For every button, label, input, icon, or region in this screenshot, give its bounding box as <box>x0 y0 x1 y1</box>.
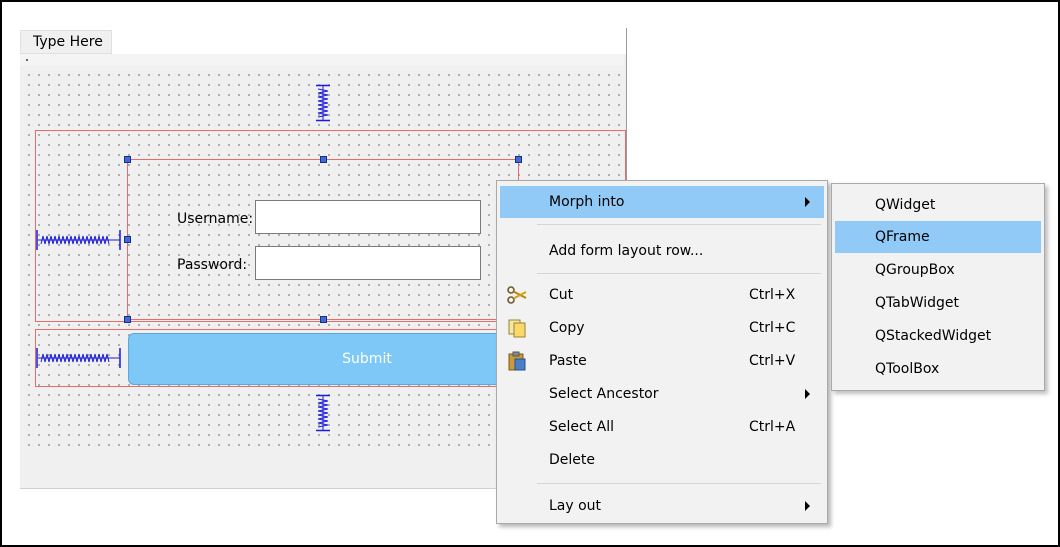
horizontal-spacer-bottom[interactable] <box>36 346 122 370</box>
menu-item-add-form-layout-row[interactable]: Add form layout row... <box>500 235 824 267</box>
submenu-item-qwidget[interactable]: QWidget <box>835 189 1041 221</box>
resize-handle-tr[interactable] <box>515 156 522 163</box>
menu-item-label: Select Ancestor <box>549 386 659 402</box>
submenu-item-qframe[interactable]: QFrame <box>835 221 1041 253</box>
menu-item-label: Copy <box>549 320 585 336</box>
menu-separator <box>537 273 821 274</box>
menubar-type-here[interactable]: Type Here <box>20 30 112 54</box>
menu-item-shortcut: Ctrl+V <box>749 353 796 369</box>
submenu-item-qgroupbox[interactable]: QGroupBox <box>835 254 1041 286</box>
menu-item-paste[interactable]: Paste Ctrl+V <box>500 345 824 377</box>
vertical-spacer-bottom[interactable] <box>313 394 333 432</box>
morph-into-submenu: QWidget QFrame QGroupBox QTabWidget QSta… <box>831 183 1045 391</box>
menu-item-select-all[interactable]: Select All Ctrl+A <box>500 411 824 443</box>
submenu-item-qtabwidget[interactable]: QTabWidget <box>835 287 1041 319</box>
resize-handle-tl[interactable] <box>124 156 131 163</box>
menu-item-shortcut: Ctrl+A <box>749 419 796 435</box>
copy-icon <box>506 317 528 339</box>
menu-item-label: Cut <box>549 287 574 303</box>
password-field[interactable] <box>255 246 481 280</box>
menu-item-morph-into[interactable]: Morph into <box>500 186 824 218</box>
submenu-arrow-icon <box>805 501 810 511</box>
submenu-item-label: QStackedWidget <box>875 328 992 344</box>
resize-handle-bc[interactable] <box>320 316 327 323</box>
scissors-icon <box>506 284 528 306</box>
menu-item-label: Delete <box>549 452 595 468</box>
submenu-item-qtoolbox[interactable]: QToolBox <box>835 353 1041 385</box>
menu-separator <box>537 224 821 225</box>
menu-item-label: Paste <box>549 353 587 369</box>
menu-item-shortcut: Ctrl+X <box>749 287 796 303</box>
submenu-item-label: QGroupBox <box>875 262 955 278</box>
menu-item-label: Add form layout row... <box>549 243 704 259</box>
vertical-spacer-top[interactable] <box>313 84 333 122</box>
password-label: Password: <box>177 257 248 273</box>
toolbar-grip <box>26 59 28 61</box>
paste-icon <box>506 350 528 372</box>
menu-item-lay-out[interactable]: Lay out <box>500 490 824 522</box>
menu-item-label: Morph into <box>549 194 625 210</box>
submenu-item-label: QToolBox <box>875 361 940 377</box>
submenu-item-label: QTabWidget <box>875 295 960 311</box>
submenu-arrow-icon <box>805 197 810 207</box>
menu-item-delete[interactable]: Delete <box>500 444 824 476</box>
menu-separator <box>537 483 821 484</box>
submenu-item-label: QFrame <box>875 229 930 245</box>
username-label: Username: <box>177 211 254 227</box>
context-menu: Morph into Add form layout row... Cut Ct… <box>496 180 828 524</box>
menu-item-copy[interactable]: Copy Ctrl+C <box>500 312 824 344</box>
menu-item-label: Select All <box>549 419 614 435</box>
form-layout[interactable] <box>127 159 519 320</box>
username-field[interactable] <box>255 200 481 234</box>
menu-item-select-ancestor[interactable]: Select Ancestor <box>500 378 824 410</box>
resize-handle-ml[interactable] <box>124 236 131 243</box>
horizontal-spacer-left[interactable] <box>36 228 122 252</box>
resize-handle-tc[interactable] <box>320 156 327 163</box>
menu-item-shortcut: Ctrl+C <box>749 320 796 336</box>
submenu-item-label: QWidget <box>875 197 936 213</box>
resize-handle-bl[interactable] <box>124 316 131 323</box>
form-menubar: Type Here <box>20 28 626 54</box>
submenu-arrow-icon <box>805 389 810 399</box>
menu-item-cut[interactable]: Cut Ctrl+X <box>500 279 824 311</box>
menu-item-label: Lay out <box>549 498 602 514</box>
submenu-item-qstackedwidget[interactable]: QStackedWidget <box>835 320 1041 352</box>
